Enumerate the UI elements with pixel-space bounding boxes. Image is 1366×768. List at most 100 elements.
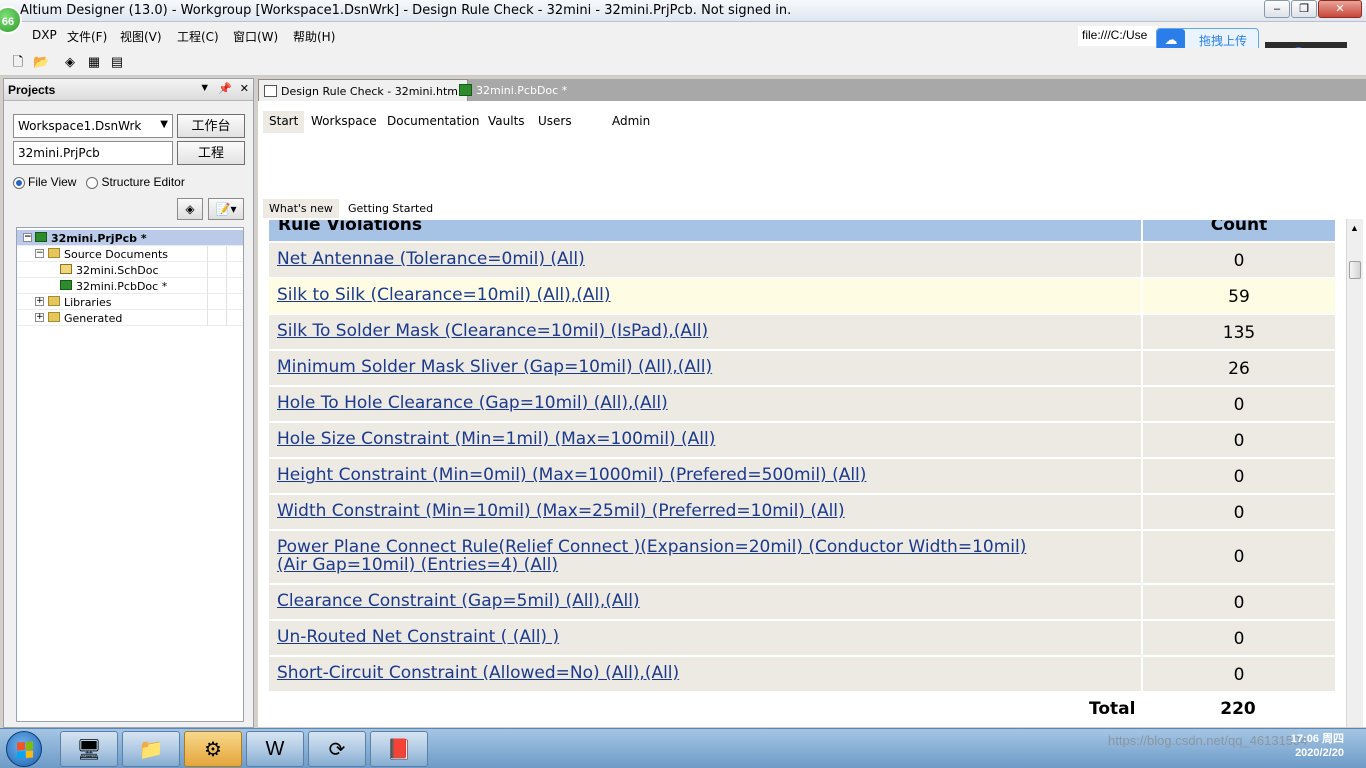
table-row: Silk To Solder Mask (Clearance=10mil) (I… xyxy=(269,313,1335,349)
rule-link[interactable]: Width Constraint (Min=10mil) (Max=25mil)… xyxy=(277,502,1057,520)
nav-vaults[interactable]: Vaults xyxy=(484,114,529,128)
menu-project[interactable]: 工程(C) xyxy=(177,28,219,45)
clock-date: 2020/2/20 xyxy=(1295,747,1344,759)
table-row: Power Plane Connect Rule(Relief Connect … xyxy=(269,529,1335,583)
expand-icon[interactable]: + xyxy=(35,297,44,306)
close-panel-icon[interactable]: ✕ xyxy=(240,82,249,95)
taskbar: 🖥 📁 ⚙ W ⟳ 📕 https://blog.csdn.net/qq_461… xyxy=(0,728,1366,768)
tree-item-schdoc[interactable]: 32mini.SchDoc xyxy=(17,262,243,278)
altium-taskbar-icon[interactable]: ⚙ xyxy=(184,731,242,767)
violation-count: 135 xyxy=(1141,315,1335,349)
watermark-text: https://blog.csdn.net/qq_46131594 xyxy=(1108,733,1308,748)
new-file-icon[interactable]: 🗋 xyxy=(10,54,26,70)
layers-button-icon[interactable]: ◈ xyxy=(177,198,203,220)
maximize-button[interactable]: ❐ xyxy=(1291,0,1317,18)
tab-pcbdoc[interactable]: 32mini.PcbDoc * xyxy=(454,79,573,101)
file-explorer-icon[interactable]: 📁 xyxy=(122,731,180,767)
rule-link[interactable]: Hole Size Constraint (Min=1mil) (Max=100… xyxy=(277,430,1057,448)
layers-icon[interactable]: ◈ xyxy=(62,54,78,70)
document-tabs: Design Rule Check - 32mini.html 32mini.P… xyxy=(258,79,1366,101)
vertical-scrollbar[interactable]: ▲ xyxy=(1346,219,1363,727)
menu-help[interactable]: 帮助(H) xyxy=(293,28,335,45)
collapse-icon[interactable]: − xyxy=(23,233,32,242)
project-button[interactable]: 工程 xyxy=(177,141,245,165)
rule-violations-header: Rule Violations xyxy=(278,220,422,235)
nav-admin[interactable]: Admin xyxy=(608,114,654,128)
violation-count: 0 xyxy=(1141,495,1335,529)
pcb-icon[interactable]: ▦ xyxy=(86,54,102,70)
rule-link[interactable]: Clearance Constraint (Gap=5mil) (All),(A… xyxy=(277,592,1057,610)
tree-item-generated[interactable]: + Generated xyxy=(17,310,243,326)
toolbar: 🗋 📂 ◈ ▦ ▤ xyxy=(0,48,1366,76)
pcb-doc-icon xyxy=(60,280,72,290)
expand-icon[interactable]: + xyxy=(35,313,44,322)
pcb-doc-icon xyxy=(459,84,472,96)
total-label: Total xyxy=(1089,699,1136,719)
tree-item-source-documents[interactable]: − Source Documents xyxy=(17,246,243,262)
workspace-select[interactable]: Workspace1.DsnWrk ▼ xyxy=(13,114,173,138)
tab-getting-started[interactable]: Getting Started xyxy=(342,199,439,218)
collapse-icon[interactable]: − xyxy=(35,249,44,258)
rule-link[interactable]: Hole To Hole Clearance (Gap=10mil) (All)… xyxy=(277,394,1057,412)
tree-item-project[interactable]: − 32mini.PrjPcb * xyxy=(17,230,243,246)
projects-panel-header: Projects ▼ 📌 ✕ xyxy=(4,79,253,101)
rule-link[interactable]: Silk To Solder Mask (Clearance=10mil) (I… xyxy=(277,322,1057,340)
menu-file[interactable]: 文件(F) xyxy=(67,28,107,45)
structure-editor-radio[interactable]: Structure Editor xyxy=(86,175,185,189)
minimize-button[interactable]: – xyxy=(1264,0,1290,18)
sub-tabs: What's new Getting Started xyxy=(258,197,1366,219)
menu-window[interactable]: 窗口(W) xyxy=(233,28,278,45)
nav-documentation[interactable]: Documentation xyxy=(383,114,484,128)
project-field[interactable]: 32mini.PrjPcb xyxy=(13,141,173,165)
document-options-icon[interactable]: 📝▾ xyxy=(208,198,244,220)
table-row: Clearance Constraint (Gap=5mil) (All),(A… xyxy=(269,583,1335,619)
rule-link[interactable]: Short-Circuit Constraint (Allowed=No) (A… xyxy=(277,664,1057,682)
view-mode-radios: File View Structure Editor xyxy=(13,175,185,189)
table-row: Un-Routed Net Constraint ( (All) ) 0 xyxy=(269,619,1335,655)
projects-title: Projects xyxy=(8,83,56,97)
total-row: Total 220 xyxy=(269,691,1335,725)
workspace-button[interactable]: 工作台 xyxy=(177,114,245,138)
tree-item-libraries[interactable]: + Libraries xyxy=(17,294,243,310)
table-row: Net Antennae (Tolerance=0mil) (All) 0 xyxy=(269,241,1335,277)
folder-icon xyxy=(48,248,60,258)
address-field[interactable]: file:///C:/Use xyxy=(1078,26,1158,46)
rule-violations-table: Rule Violations Count Net Antennae (Tole… xyxy=(269,220,1335,725)
wps-icon[interactable]: W xyxy=(246,731,304,767)
tab-design-rule-check[interactable]: Design Rule Check - 32mini.html xyxy=(258,79,469,101)
table-row: Height Constraint (Min=0mil) (Max=1000mi… xyxy=(269,457,1335,493)
count-header: Count xyxy=(1141,220,1335,241)
rule-link[interactable]: Power Plane Connect Rule(Relief Connect … xyxy=(277,538,1057,574)
book-app-icon[interactable]: 📕 xyxy=(370,731,428,767)
windows-start-icon[interactable] xyxy=(6,731,42,767)
pin-icon[interactable]: 📌 xyxy=(218,82,232,95)
rule-link[interactable]: Un-Routed Net Constraint ( (All) ) xyxy=(277,628,1057,646)
total-value: 220 xyxy=(1220,699,1256,719)
panel-menu-icon[interactable]: ▼ xyxy=(199,82,210,95)
violation-count: 0 xyxy=(1141,459,1335,493)
close-button[interactable]: ✕ xyxy=(1318,0,1362,18)
rule-link[interactable]: Net Antennae (Tolerance=0mil) (All) xyxy=(277,250,1057,268)
tab-whats-new[interactable]: What's new xyxy=(263,199,339,218)
system-clock[interactable]: 17:06 周四 2020/2/20 xyxy=(1282,732,1344,760)
rule-link[interactable]: Height Constraint (Min=0mil) (Max=1000mi… xyxy=(277,466,1057,484)
violation-count: 0 xyxy=(1141,585,1335,619)
computer-icon[interactable]: 🖥 xyxy=(60,731,118,767)
file-view-radio[interactable]: File View xyxy=(13,175,76,189)
rule-link[interactable]: Minimum Solder Mask Sliver (Gap=10mil) (… xyxy=(277,358,1057,376)
nav-users[interactable]: Users xyxy=(534,114,576,128)
violation-count: 0 xyxy=(1141,423,1335,457)
menu-dxp[interactable]: DXP xyxy=(32,28,57,42)
browser-icon[interactable]: ⟳ xyxy=(308,731,366,767)
nav-workspace[interactable]: Workspace xyxy=(307,114,381,128)
table-header: Rule Violations Count xyxy=(269,220,1335,241)
open-folder-icon[interactable]: 📂 xyxy=(33,54,49,70)
scroll-up-arrow-icon[interactable]: ▲ xyxy=(1350,223,1359,233)
tree-item-pcbdoc[interactable]: 32mini.PcbDoc * xyxy=(17,278,243,294)
nav-start[interactable]: Start xyxy=(263,111,305,133)
table-row: Silk to Silk (Clearance=10mil) (All),(Al… xyxy=(269,277,1335,313)
rule-link[interactable]: Silk to Silk (Clearance=10mil) (All),(Al… xyxy=(277,286,1057,304)
scroll-thumb[interactable] xyxy=(1349,261,1361,279)
menu-view[interactable]: 视图(V) xyxy=(120,28,162,45)
schematic-icon[interactable]: ▤ xyxy=(109,54,125,70)
